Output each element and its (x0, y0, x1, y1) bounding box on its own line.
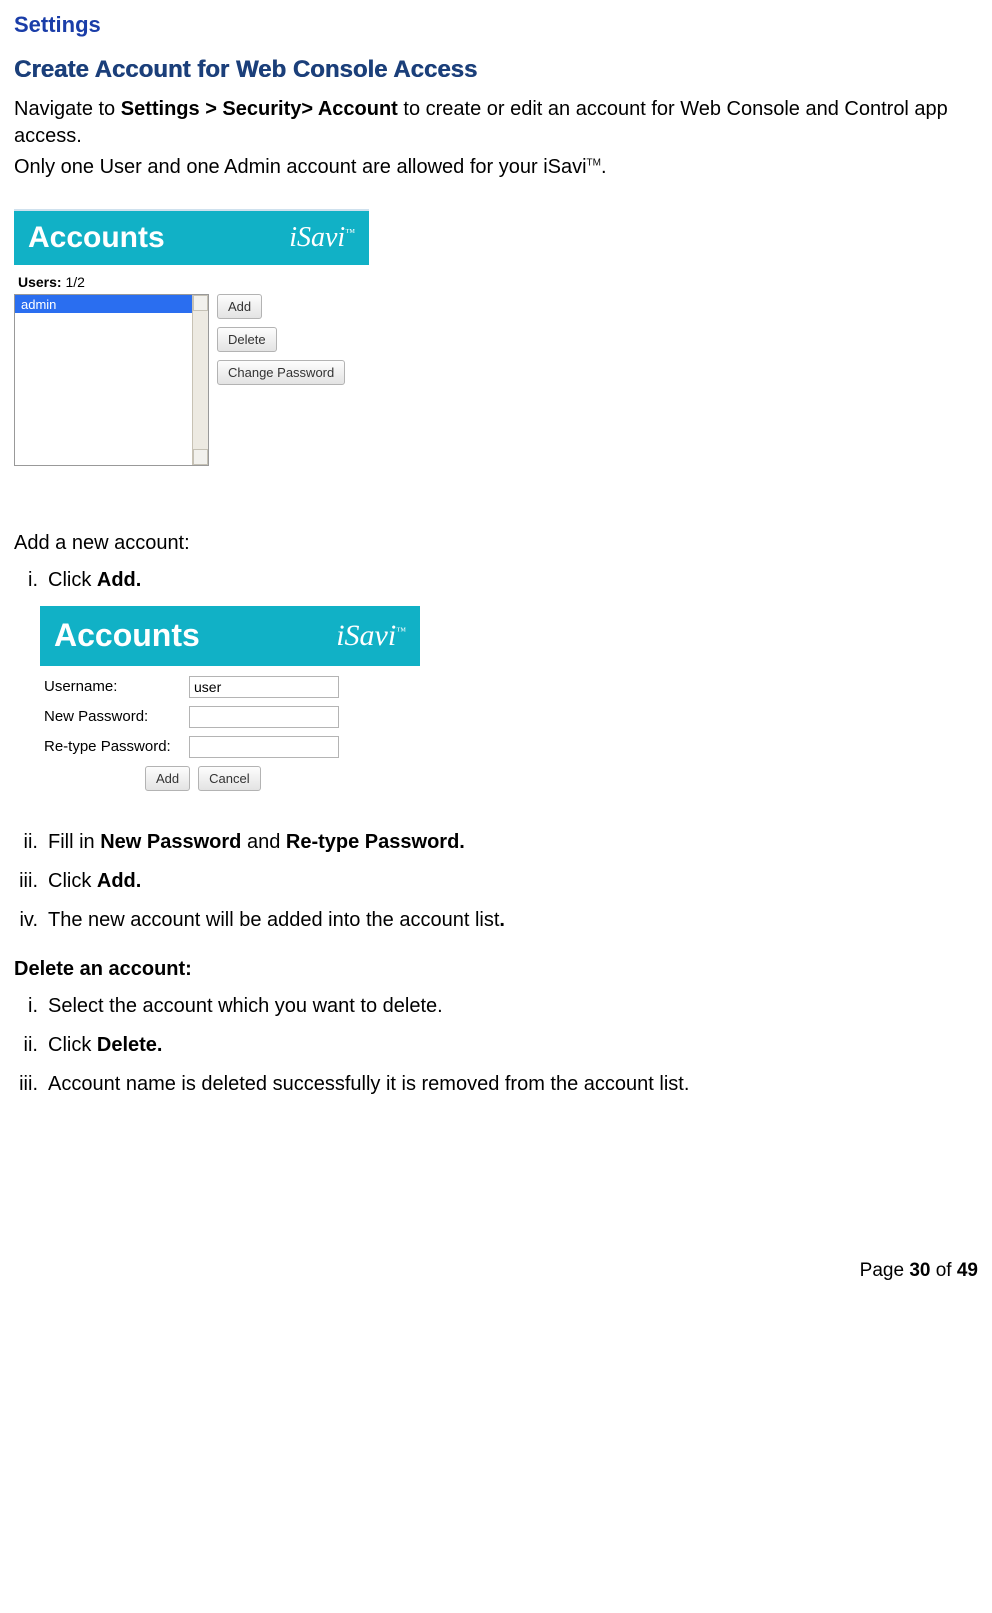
delete-step-3: iii. Account name is deleted successfull… (14, 1071, 978, 1098)
form-cancel-button[interactable]: Cancel (198, 766, 260, 791)
step-number: iii. (14, 868, 38, 895)
step-text-bold: Add. (97, 870, 141, 892)
scroll-down-icon[interactable] (193, 449, 208, 465)
add-step-1: i. Click Add. (14, 567, 978, 594)
delete-step-2: ii. Click Delete. (14, 1032, 978, 1059)
step-text: Select the account which you want to del… (48, 993, 978, 1020)
add-new-account-header: Add a new account: (14, 530, 978, 557)
step-number: i. (14, 993, 38, 1020)
step-number: iii. (14, 1071, 38, 1098)
step-number: i. (14, 567, 38, 594)
step-text-bold: Re-type Password. (286, 831, 465, 853)
trademark-tm: TM (587, 157, 601, 168)
intro-paragraph-1: Navigate to Settings > Security> Account… (14, 96, 978, 150)
footer-of: of (930, 1260, 956, 1281)
brand-name: iSavi (289, 222, 345, 253)
heading-create-account: Create Account for Web Console Access (14, 54, 978, 86)
users-label: Users: (18, 274, 62, 290)
add-step-4: iv. The new account will be added into t… (14, 907, 978, 934)
add-button[interactable]: Add (217, 294, 262, 319)
users-value: 1/2 (62, 274, 85, 290)
step-text: Click (48, 1034, 97, 1056)
delete-button[interactable]: Delete (217, 327, 277, 352)
step-number: ii. (14, 1032, 38, 1059)
users-count: Users: 1/2 (14, 265, 369, 294)
brand-logo-2: iSavi™ (336, 616, 406, 657)
step-text: and (241, 831, 285, 853)
accounts-buttons: Add Delete Change Password (217, 294, 345, 466)
brand-tm: ™ (345, 228, 355, 239)
intro-2b: . (601, 156, 607, 178)
retype-password-label: Re-type Password: (44, 737, 189, 757)
users-listbox[interactable]: admin (14, 294, 209, 466)
form-buttons: Add Cancel (40, 766, 420, 791)
accounts-panel-header: Accounts iSavi™ (14, 211, 369, 265)
step-text: Click (48, 870, 97, 892)
footer-page-label: Page (860, 1260, 910, 1281)
intro-1b-breadcrumb: Settings > Security> Account (121, 98, 398, 120)
footer-total-pages: 49 (957, 1260, 978, 1281)
accounts-title: Accounts (28, 218, 165, 259)
step-number: ii. (14, 829, 38, 856)
list-item[interactable]: admin (15, 295, 208, 313)
brand-logo: iSavi™ (289, 219, 355, 257)
step-text: Click (48, 569, 97, 591)
heading-settings: Settings (14, 10, 978, 40)
intro-2a: Only one User and one Admin account are … (14, 156, 587, 178)
step-text: Fill in (48, 831, 100, 853)
retype-password-input[interactable] (189, 736, 339, 758)
intro-1a: Navigate to (14, 98, 121, 120)
step-text-bold: . (499, 909, 505, 931)
change-password-button[interactable]: Change Password (217, 360, 345, 385)
delete-step-1: i. Select the account which you want to … (14, 993, 978, 1020)
step-text-bold: New Password (100, 831, 241, 853)
add-panel-header: Accounts iSavi™ (40, 606, 420, 666)
add-account-panel: Accounts iSavi™ Username: New Password: … (40, 606, 420, 791)
step-number: iv. (14, 907, 38, 934)
brand-tm-2: ™ (396, 626, 406, 637)
step-text: The new account will be added into the a… (48, 909, 499, 931)
delete-account-header: Delete an account: (14, 956, 978, 983)
username-label: Username: (44, 677, 189, 697)
step-text-bold: Add. (97, 569, 141, 591)
form-add-button[interactable]: Add (145, 766, 190, 791)
scroll-up-icon[interactable] (193, 295, 208, 311)
username-input[interactable] (189, 676, 339, 698)
scrollbar[interactable] (192, 295, 208, 465)
step-text: Account name is deleted successfully it … (48, 1071, 978, 1098)
page-footer: Page 30 of 49 (14, 1258, 978, 1284)
new-password-label: New Password: (44, 707, 189, 727)
add-step-3: iii. Click Add. (14, 868, 978, 895)
new-password-row: New Password: (40, 702, 420, 732)
brand-name-2: iSavi (336, 619, 396, 652)
add-step-2: ii. Fill in New Password and Re-type Pas… (14, 829, 978, 856)
footer-current-page: 30 (909, 1260, 930, 1281)
accounts-panel: Accounts iSavi™ Users: 1/2 admin Add Del… (14, 209, 369, 466)
username-row: Username: (40, 672, 420, 702)
new-password-input[interactable] (189, 706, 339, 728)
accounts-title-2: Accounts (54, 614, 200, 657)
step-text-bold: Delete. (97, 1034, 163, 1056)
intro-paragraph-2: Only one User and one Admin account are … (14, 154, 978, 181)
retype-password-row: Re-type Password: (40, 732, 420, 762)
